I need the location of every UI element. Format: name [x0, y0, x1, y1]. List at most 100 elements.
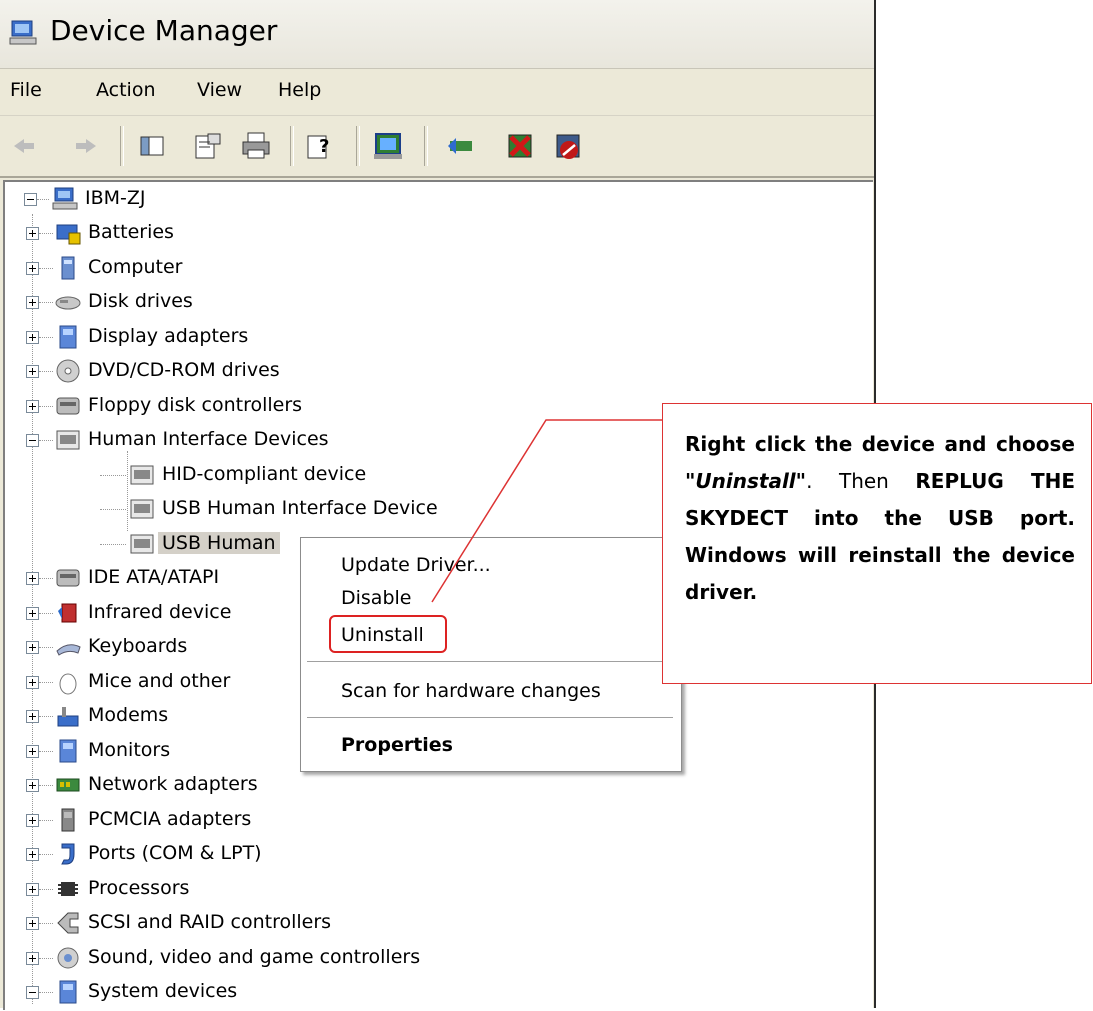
- context-menu-separator: [307, 717, 673, 718]
- menu-view[interactable]: View: [197, 79, 242, 101]
- port-icon: [54, 840, 82, 868]
- collapse-toggle[interactable]: [24, 193, 37, 206]
- callout-part-2: . Then: [806, 469, 916, 493]
- toolbar: ?: [0, 116, 874, 178]
- scan-hardware-icon[interactable]: [370, 128, 406, 164]
- tree-item-ports-com-lpt[interactable]: Ports (COM & LPT): [26, 837, 726, 871]
- tree-root-label: IBM-ZJ: [85, 187, 146, 209]
- tree-item-network-adapters[interactable]: Network adapters: [26, 768, 726, 802]
- menu-action[interactable]: Action: [96, 79, 156, 101]
- tree-item-display-adapters[interactable]: Display adapters: [26, 320, 726, 354]
- forward-arrow-icon[interactable]: [68, 128, 104, 164]
- tree-item-scsi-and-raid-controllers[interactable]: SCSI and RAID controllers: [26, 906, 726, 940]
- expand-toggle[interactable]: [26, 365, 39, 378]
- processor-icon: [54, 875, 82, 903]
- show-hide-console-tree-icon[interactable]: [134, 128, 170, 164]
- tree-item-batteries-label: Batteries: [88, 221, 174, 243]
- tree-item-dvd-cd-rom-drives[interactable]: DVD/CD-ROM drives: [26, 354, 726, 388]
- back-arrow-icon[interactable]: [6, 128, 42, 164]
- tree-line: [100, 543, 126, 545]
- tree-line: [39, 888, 53, 890]
- title-bar[interactable]: Device Manager: [0, 0, 874, 69]
- update-driver-icon[interactable]: [442, 128, 478, 164]
- tree-item-disk-drives[interactable]: Disk drives: [26, 285, 726, 319]
- context-menu-scan[interactable]: Scan for hardware changes: [341, 680, 601, 702]
- tree-item-keyboards-label: Keyboards: [88, 635, 188, 657]
- context-menu-update-driver[interactable]: Update Driver...: [341, 554, 491, 576]
- tree-line: [39, 612, 53, 614]
- tree-root-node[interactable]: IBM-ZJ: [15, 182, 315, 216]
- tree-line: [39, 992, 53, 993]
- tree-item-batteries[interactable]: Batteries: [26, 216, 726, 250]
- tree-line: [39, 923, 53, 924]
- collapse-toggle[interactable]: [26, 986, 39, 999]
- tree-item-human-interface-devices[interactable]: Human Interface Devices: [26, 423, 726, 457]
- expand-toggle[interactable]: [26, 641, 39, 654]
- expand-toggle[interactable]: [26, 779, 39, 792]
- expand-toggle[interactable]: [26, 848, 39, 861]
- tree-line: [39, 681, 53, 683]
- tree-item-display-adapters-label: Display adapters: [88, 324, 249, 347]
- menu-bar: File Action View Help: [0, 69, 874, 116]
- expand-toggle[interactable]: [26, 399, 39, 413]
- hid-device-icon: [128, 495, 156, 523]
- expand-toggle[interactable]: [26, 296, 39, 309]
- tree-line: [39, 785, 53, 786]
- help-icon[interactable]: ?: [302, 128, 338, 164]
- expand-toggle[interactable]: [26, 227, 39, 240]
- expand-toggle[interactable]: [26, 261, 39, 275]
- tree-line: [39, 957, 53, 959]
- toolbar-separator: [120, 126, 124, 166]
- context-menu-uninstall[interactable]: Uninstall: [341, 624, 424, 646]
- tree-item-pcmcia-adapters-label: PCMCIA adapters: [88, 807, 252, 830]
- tree-line: [37, 199, 49, 200]
- tree-line: [39, 750, 53, 752]
- menu-help[interactable]: Help: [278, 79, 321, 101]
- tree-item-scsi-and-raid-controllers-label: SCSI and RAID controllers: [88, 911, 332, 933]
- toolbar-separator: [424, 126, 428, 166]
- mouse-icon: [54, 668, 82, 696]
- tree-item-computer[interactable]: Computer: [26, 251, 726, 285]
- dvd-drive-icon: [54, 357, 82, 385]
- properties-icon[interactable]: [190, 128, 226, 164]
- context-menu-disable[interactable]: Disable: [341, 587, 411, 609]
- context-menu-properties[interactable]: Properties: [341, 734, 453, 756]
- tree-item-dvd-cd-rom-drives-label: DVD/CD-ROM drives: [88, 359, 280, 381]
- tree-item-system-devices[interactable]: System devices: [26, 975, 726, 1009]
- tree-item-pcmcia-adapters[interactable]: PCMCIA adapters: [26, 803, 726, 837]
- expand-toggle[interactable]: [26, 606, 39, 620]
- print-icon[interactable]: [238, 128, 274, 164]
- expand-toggle[interactable]: [26, 675, 39, 689]
- tree-item-disk-drives-label: Disk drives: [88, 290, 193, 312]
- sound-icon: [54, 944, 82, 972]
- battery-icon: [54, 219, 82, 247]
- expand-toggle[interactable]: [26, 882, 39, 896]
- menu-file[interactable]: File: [10, 79, 42, 101]
- tree-item-sound-video-and-game-controllers[interactable]: Sound, video and game controllers: [26, 941, 726, 975]
- expand-toggle[interactable]: [26, 330, 39, 344]
- tree-line: [39, 371, 53, 372]
- expand-toggle[interactable]: [26, 572, 39, 585]
- disable-icon[interactable]: [550, 128, 586, 164]
- context-menu-separator: [307, 661, 673, 662]
- tree-item-hid-child-2-label: USB Human Interface Device: [162, 497, 438, 519]
- modem-icon: [54, 702, 82, 730]
- computer-icon: [54, 254, 82, 282]
- tree-item-processors[interactable]: Processors: [26, 872, 726, 906]
- disk-drive-icon: [54, 288, 82, 316]
- uninstall-icon[interactable]: [502, 128, 538, 164]
- tree-item-hid-child-1-label: HID-compliant device: [162, 462, 367, 485]
- tree-item-floppy-disk-controllers[interactable]: Floppy disk controllers: [26, 389, 726, 423]
- expand-toggle[interactable]: [26, 813, 39, 827]
- expand-toggle[interactable]: [26, 744, 39, 758]
- expand-toggle[interactable]: [26, 951, 39, 965]
- tree-item-ide-ata-atapi-label: IDE ATA/ATAPI: [88, 566, 220, 588]
- context-menu: Update Driver... Disable Uninstall Scan …: [300, 537, 682, 772]
- tree-item-mice-and-other-label: Mice and other: [88, 669, 231, 692]
- collapse-toggle[interactable]: [26, 434, 39, 447]
- expand-toggle[interactable]: [26, 917, 39, 930]
- expand-toggle[interactable]: [26, 710, 39, 723]
- hid-device-icon: [128, 461, 156, 489]
- tree-item-system-devices-label: System devices: [88, 980, 238, 1002]
- scsi-icon: [54, 909, 82, 937]
